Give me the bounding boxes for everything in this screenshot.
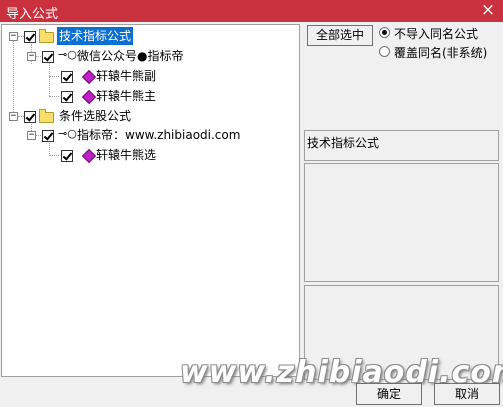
formula-gem-icon bbox=[81, 89, 97, 105]
checkbox-item-select[interactable] bbox=[61, 150, 73, 162]
folder-icon bbox=[39, 109, 54, 123]
key-icon: ⊸○ bbox=[58, 48, 77, 61]
window-title: 导入公式 bbox=[6, 7, 59, 22]
checkbox-root-screening[interactable] bbox=[24, 111, 36, 123]
tree-label: 轩辕牛熊主 bbox=[96, 89, 157, 103]
info-title: 技术指标公式 bbox=[307, 136, 380, 150]
tree-label: 微信公众号●指标帝 bbox=[77, 49, 184, 63]
tree-node-item-select[interactable]: 轩辕牛熊选 bbox=[2, 146, 292, 164]
checkbox-group-site[interactable] bbox=[42, 130, 54, 142]
checkbox-root-technical[interactable] bbox=[24, 31, 36, 43]
checkbox-group-wechat[interactable] bbox=[42, 51, 54, 63]
formula-gem-icon bbox=[81, 69, 97, 85]
tree-label: 指标帝：www.zhibiaodi.com bbox=[77, 128, 241, 142]
radio-overwrite-duplicates-label[interactable]: 覆盖同名(非系统) bbox=[394, 44, 487, 61]
tree-label: 技术指标公式 bbox=[57, 27, 134, 45]
collapse-icon[interactable]: − bbox=[27, 52, 36, 61]
info-header-panel: 技术指标公式 bbox=[304, 130, 499, 161]
formula-info-panel bbox=[304, 163, 499, 282]
collapse-icon[interactable]: − bbox=[27, 131, 36, 140]
key-icon: ⊸○ bbox=[58, 127, 77, 140]
tree-label: 轩辕牛熊选 bbox=[96, 148, 157, 162]
folder-icon bbox=[39, 29, 54, 43]
tree-label: 条件选股公式 bbox=[59, 109, 132, 123]
radio-skip-duplicates-label[interactable]: 不导入同名公式 bbox=[394, 25, 478, 42]
tree-label: 轩辕牛熊副 bbox=[96, 69, 157, 83]
radio-skip-duplicates[interactable] bbox=[379, 27, 390, 38]
tree-node-root-screening[interactable]: − 条件选股公式 bbox=[2, 107, 292, 125]
select-all-button[interactable]: 全部选中 bbox=[307, 25, 373, 46]
close-icon[interactable]: × bbox=[475, 0, 501, 22]
formula-tree[interactable]: − 技术指标公式 − ⊸○ 微信公众号●指标帝 轩辕牛熊副 轩辕牛熊主 − 条件… bbox=[1, 24, 300, 377]
formula-gem-icon bbox=[81, 148, 97, 164]
checkbox-item-main[interactable] bbox=[61, 91, 73, 103]
tree-node-item-main[interactable]: 轩辕牛熊主 bbox=[2, 87, 292, 105]
tree-node-group-wechat[interactable]: − ⊸○ 微信公众号●指标帝 bbox=[2, 47, 292, 65]
radio-overwrite-duplicates[interactable] bbox=[379, 46, 390, 57]
collapse-icon[interactable]: − bbox=[9, 32, 18, 41]
ok-button[interactable]: 确定 bbox=[356, 383, 422, 405]
title-bar: 导入公式 × bbox=[0, 0, 503, 22]
tree-node-item-sub[interactable]: 轩辕牛熊副 bbox=[2, 67, 292, 85]
tree-node-group-site[interactable]: − ⊸○ 指标帝：www.zhibiaodi.com bbox=[2, 126, 292, 144]
checkbox-item-sub[interactable] bbox=[61, 71, 73, 83]
cancel-button[interactable]: 取消 bbox=[434, 383, 500, 405]
tree-node-root-technical[interactable]: − 技术指标公式 bbox=[2, 27, 292, 45]
collapse-icon[interactable]: − bbox=[9, 112, 18, 121]
